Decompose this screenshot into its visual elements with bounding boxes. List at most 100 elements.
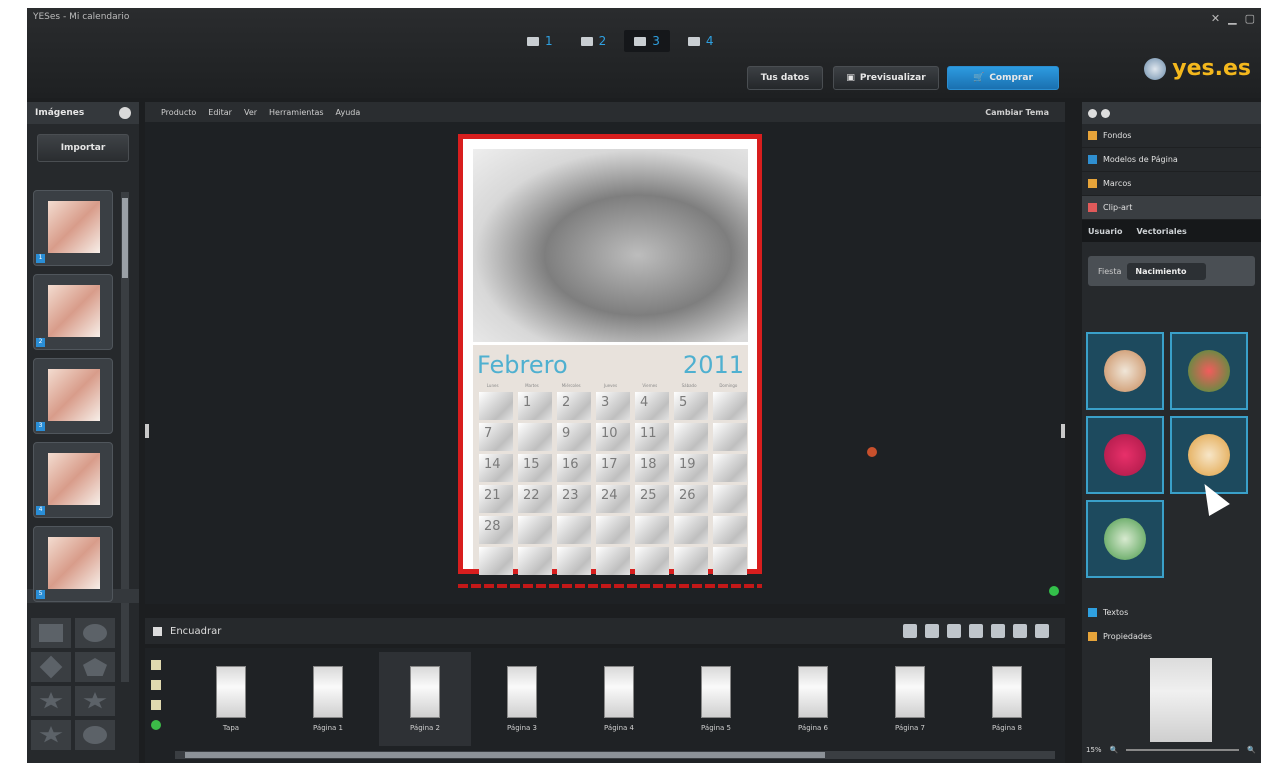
day-cell[interactable]: 5 xyxy=(674,392,708,420)
clipart-cookies[interactable] xyxy=(1086,332,1164,410)
duplicate-icon[interactable] xyxy=(925,624,939,638)
page-thumbnail[interactable]: Página 4 xyxy=(573,652,665,746)
pentagon-frame-shape[interactable] xyxy=(75,652,115,682)
image-thumbnail[interactable]: 3 xyxy=(33,358,113,434)
left-collapse-handle[interactable] xyxy=(145,424,149,438)
day-cell[interactable] xyxy=(479,547,513,575)
pages-scrollbar[interactable] xyxy=(175,751,1055,759)
day-cell[interactable] xyxy=(713,392,747,420)
day-cell[interactable]: 23 xyxy=(557,485,591,513)
folder-icon[interactable] xyxy=(151,680,161,690)
day-cell[interactable] xyxy=(557,547,591,575)
editor-canvas[interactable]: Febrero 2011 Lunes Martes Miércoles Jueves V… xyxy=(145,122,1065,604)
day-cell[interactable] xyxy=(713,423,747,451)
day-cell[interactable] xyxy=(557,516,591,544)
day-cell[interactable]: 25 xyxy=(635,485,669,513)
day-cell[interactable] xyxy=(596,547,630,575)
day-cell[interactable]: 26 xyxy=(674,485,708,513)
collapse-icon[interactable] xyxy=(1101,108,1110,118)
images-scrollbar[interactable] xyxy=(121,192,129,682)
day-cell[interactable] xyxy=(713,516,747,544)
cambiar-tema-button[interactable]: Cambiar Tema xyxy=(985,108,1049,117)
page-thumbnail[interactable]: Página 2 xyxy=(379,652,471,746)
zoom-in-icon[interactable]: 🔍 xyxy=(1247,746,1256,754)
day-cell[interactable]: 18 xyxy=(635,454,669,482)
page-preview-thumbnail[interactable] xyxy=(1150,658,1212,742)
page-thumbnail[interactable]: Tapa xyxy=(185,652,277,746)
zoom-slider[interactable] xyxy=(1126,749,1240,751)
close-icon[interactable]: ✕ xyxy=(1211,12,1220,25)
day-cell[interactable] xyxy=(674,423,708,451)
page-thumbnail[interactable]: Página 5 xyxy=(670,652,762,746)
previsualizar-button[interactable]: ▣ Previsualizar xyxy=(833,66,939,90)
image-thumbnail[interactable]: 4 xyxy=(33,442,113,518)
day-cell[interactable] xyxy=(518,547,552,575)
category-select[interactable]: Nacimiento xyxy=(1127,262,1207,280)
calendar-page[interactable]: Febrero 2011 Lunes Martes Miércoles Jueves V… xyxy=(458,134,762,575)
clipart-candy[interactable] xyxy=(1170,332,1248,410)
fit-icon[interactable] xyxy=(1013,624,1027,638)
menu-item-ayuda[interactable]: Ayuda xyxy=(336,108,361,117)
clipart-tree[interactable] xyxy=(1086,500,1164,578)
move-icon[interactable] xyxy=(947,624,961,638)
category-fondos[interactable]: Fondos xyxy=(1082,124,1261,148)
day-cell[interactable]: 3 xyxy=(596,392,630,420)
day-cell[interactable] xyxy=(713,485,747,513)
layers-icon[interactable] xyxy=(969,624,983,638)
clipart-ornament[interactable] xyxy=(1086,416,1164,494)
new-icon[interactable] xyxy=(151,660,161,670)
step-tab-3[interactable]: 3 xyxy=(624,30,670,52)
diamond-frame-shape[interactable] xyxy=(31,652,71,682)
day-cell[interactable] xyxy=(479,392,513,420)
day-cell[interactable]: 28 xyxy=(479,516,513,544)
category-marcos[interactable]: Marcos xyxy=(1082,172,1261,196)
day-cell[interactable] xyxy=(518,516,552,544)
minimize-icon[interactable]: ▁ xyxy=(1228,12,1236,25)
day-cell[interactable]: 10 xyxy=(596,423,630,451)
menu-item-producto[interactable]: Producto xyxy=(161,108,196,117)
comprar-button[interactable]: 🛒 Comprar xyxy=(947,66,1059,90)
day-cell[interactable]: 11 xyxy=(635,423,669,451)
day-cell[interactable]: 1 xyxy=(518,392,552,420)
menu-item-herramientas[interactable]: Herramientas xyxy=(269,108,324,117)
baby-photo[interactable] xyxy=(473,149,748,342)
category-modelos-de-p-gina[interactable]: Modelos de Página xyxy=(1082,148,1261,172)
day-cell[interactable]: 21 xyxy=(479,485,513,513)
image-thumbnail[interactable]: 1 xyxy=(33,190,113,266)
day-cell[interactable] xyxy=(635,547,669,575)
day-cell[interactable]: 14 xyxy=(479,454,513,482)
menu-item-ver[interactable]: Ver xyxy=(244,108,257,117)
image-thumbnail[interactable]: 5 xyxy=(33,526,113,602)
day-cell[interactable] xyxy=(674,516,708,544)
step-tab-4[interactable]: 4 xyxy=(678,30,724,52)
day-cell[interactable]: 17 xyxy=(596,454,630,482)
gear-frame-shape[interactable] xyxy=(75,720,115,750)
day-cell[interactable]: 16 xyxy=(557,454,591,482)
day-cell[interactable]: 15 xyxy=(518,454,552,482)
page-thumbnail[interactable]: Página 1 xyxy=(282,652,374,746)
day-cell[interactable]: 22 xyxy=(518,485,552,513)
expand-icon[interactable] xyxy=(1088,108,1097,118)
step-tab-2[interactable]: 2 xyxy=(571,30,617,52)
day-cell[interactable]: 24 xyxy=(596,485,630,513)
day-cell[interactable]: 2 xyxy=(557,392,591,420)
scroll-thumb[interactable] xyxy=(185,752,825,758)
day-cell[interactable] xyxy=(713,547,747,575)
textos-item[interactable]: Textos xyxy=(1082,600,1261,624)
tus-datos-button[interactable]: Tus datos xyxy=(747,66,823,90)
page-thumbnail[interactable]: Página 7 xyxy=(864,652,956,746)
document-icon[interactable] xyxy=(151,700,161,710)
burst-frame-shape[interactable] xyxy=(31,720,71,750)
add-page-icon[interactable] xyxy=(903,624,917,638)
day-cell[interactable]: 19 xyxy=(674,454,708,482)
globe-icon[interactable] xyxy=(151,720,161,730)
day-cell[interactable]: 9 xyxy=(557,423,591,451)
menu-item-editar[interactable]: Editar xyxy=(208,108,232,117)
maximize-icon[interactable]: ▢ xyxy=(1245,12,1255,25)
encuadrar-checkbox[interactable] xyxy=(153,626,162,636)
day-cell[interactable] xyxy=(713,454,747,482)
oval-frame-shape[interactable] xyxy=(75,618,115,648)
rect-frame-shape[interactable] xyxy=(31,618,71,648)
star-frame-shape[interactable] xyxy=(31,686,71,716)
step-tab-1[interactable]: 1 xyxy=(517,30,563,52)
